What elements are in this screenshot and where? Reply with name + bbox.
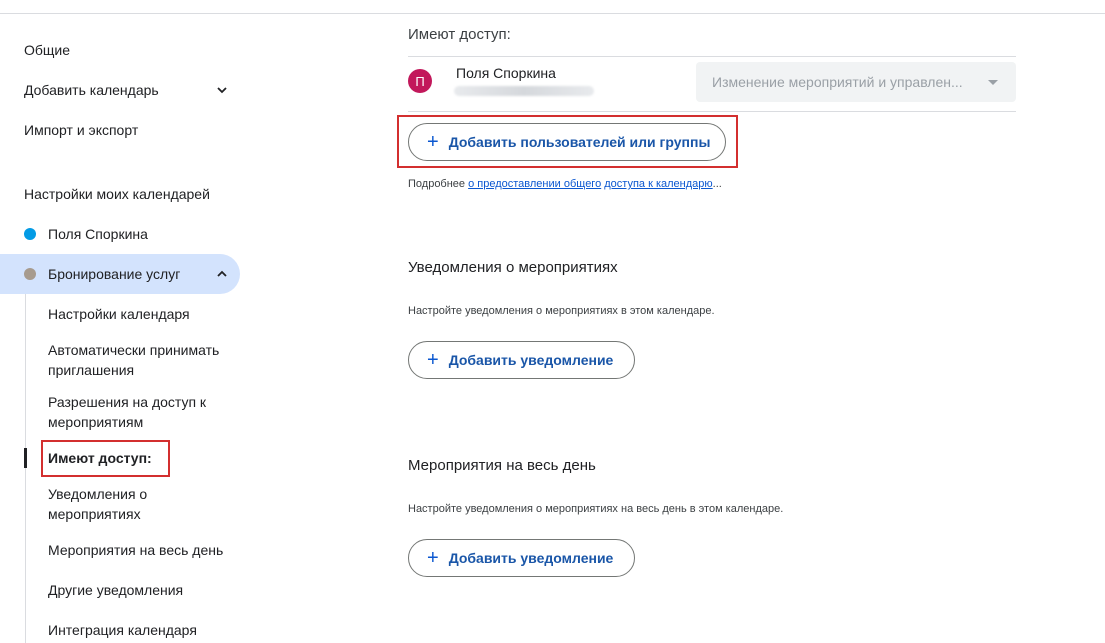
nav-import-export[interactable]: Импорт и экспорт — [24, 122, 138, 138]
add-allday-notification-button[interactable]: + Добавить уведомление — [408, 539, 635, 577]
hint-prefix: Подробнее — [408, 178, 469, 190]
highlight-box — [41, 440, 170, 477]
access-title: Имеют доступ: — [408, 26, 511, 43]
plus-icon: + — [427, 547, 439, 569]
calendar-label: Бронирование услуг — [48, 266, 181, 282]
caret-down-icon — [988, 80, 998, 85]
settings-sidebar: Общие Добавить календарь Импорт и экспор… — [0, 0, 260, 643]
subtree-line — [25, 294, 26, 643]
button-label: Добавить уведомление — [448, 550, 614, 566]
allday-title: Мероприятия на весь день — [408, 457, 596, 474]
chevron-up-icon[interactable] — [217, 269, 227, 279]
hint-link-sharing[interactable]: о предоставлении общего — [468, 178, 601, 190]
divider — [408, 56, 1016, 57]
main-content: Имеют доступ: П Поля Споркина Изменение … — [397, 0, 1028, 643]
calendar-color-dot — [24, 228, 36, 240]
highlight-box — [397, 115, 738, 168]
calendar-label: Поля Споркина — [48, 226, 148, 242]
sub-event-notifications[interactable]: Уведомления о мероприятиях — [48, 484, 238, 524]
sub-other-notifications[interactable]: Другие уведомления — [48, 580, 238, 600]
sub-auto-accept[interactable]: Автоматически принимать приглашения — [48, 340, 238, 380]
sub-calendar-settings[interactable]: Настройки календаря — [48, 304, 238, 324]
share-hint: Подробнее о предоставлении общего доступ… — [408, 178, 722, 190]
user-email-blurred — [454, 86, 594, 96]
sub-event-permissions[interactable]: Разрешения на доступ к мероприятиям — [48, 392, 238, 432]
permission-select[interactable]: Изменение мероприятий и управлен... — [696, 62, 1016, 102]
hint-link-access[interactable]: доступа к календарю — [604, 178, 712, 190]
user-name: Поля Споркина — [456, 65, 556, 81]
chevron-down-icon[interactable] — [217, 85, 227, 95]
sub-integrate-calendar[interactable]: Интеграция календаря — [48, 620, 238, 640]
hint-suffix: ... — [712, 178, 722, 190]
my-calendars-title: Настройки моих календарей — [24, 186, 210, 202]
nav-general[interactable]: Общие — [24, 42, 70, 58]
event-notifications-desc: Настройте уведомления о мероприятиях в э… — [408, 305, 715, 317]
divider — [408, 111, 1016, 112]
calendar-item-booking[interactable]: Бронирование услуг — [0, 254, 240, 294]
event-notifications-title: Уведомления о мероприятиях — [408, 259, 618, 276]
add-notification-button[interactable]: + Добавить уведомление — [408, 341, 635, 379]
button-label: Добавить уведомление — [448, 352, 614, 368]
calendar-color-dot — [24, 268, 36, 280]
nav-add-calendar[interactable]: Добавить календарь — [24, 82, 159, 98]
avatar: П — [408, 69, 432, 93]
permission-value: Изменение мероприятий и управлен... — [712, 74, 963, 90]
sub-allday-events[interactable]: Мероприятия на весь день — [48, 540, 238, 560]
plus-icon: + — [427, 349, 439, 371]
allday-desc: Настройте уведомления о мероприятиях на … — [408, 503, 784, 515]
calendar-item-polya[interactable]: Поля Споркина — [0, 214, 148, 254]
active-indicator — [24, 448, 27, 468]
